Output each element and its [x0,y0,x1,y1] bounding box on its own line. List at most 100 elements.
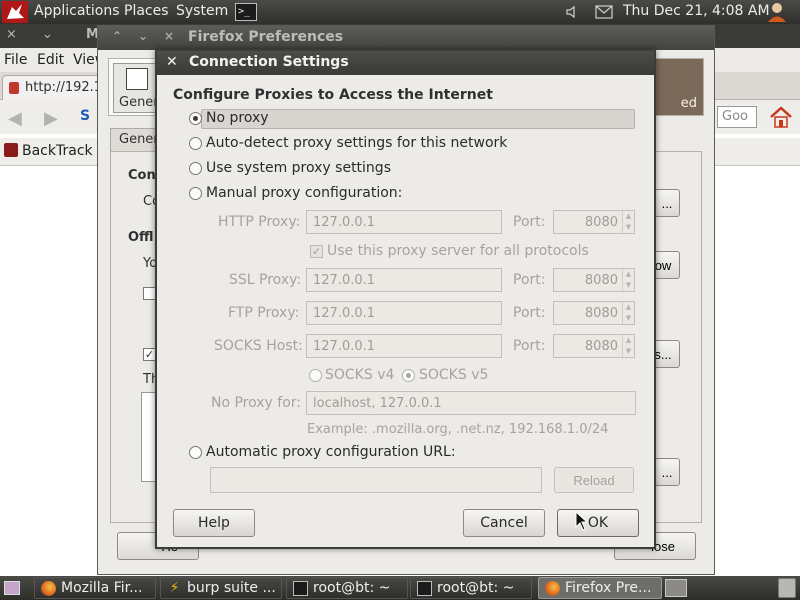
applications-menu[interactable]: Applications [34,3,120,19]
top-panel: Applications Places System >_ Thu Dec 21… [0,0,800,24]
task-label: root@bt: ~ [437,580,515,596]
dialog-title: Connection Settings [189,54,349,70]
task-terminal-2[interactable]: root@bt: ~ [410,577,532,599]
terminal-icon [417,581,432,596]
manual-proxy-radio[interactable] [189,187,202,200]
minimize-icon[interactable]: ⌄ [42,27,53,42]
forward-arrow-icon[interactable]: ▶ [44,108,58,129]
ftp-port-stepper[interactable]: 8080 ▲ ▼ [553,301,635,325]
ssl-proxy-input[interactable]: 127.0.0.1 [306,268,502,292]
system-menu[interactable]: System [176,3,228,19]
search-input[interactable]: Goo [717,106,757,128]
firefox-icon [41,581,56,596]
back-arrow-icon[interactable]: ◀ [8,108,22,129]
http-port-stepper[interactable]: 8080 ▲ ▼ [553,210,635,234]
menu-file[interactable]: File [4,52,27,68]
http-port-spin-icon[interactable]: ▲ ▼ [622,211,634,233]
places-menu[interactable]: Places [124,3,169,19]
pane-advanced-label: ed [680,96,697,111]
http-proxy-input[interactable]: 127.0.0.1 [306,210,502,234]
socks-port-spin-icon[interactable]: ▲ ▼ [622,335,634,357]
trash-icon[interactable] [778,578,796,598]
connection-settings-dialog: ✕ Connection Settings Configure Proxies … [155,49,656,549]
reload-button[interactable]: Reload [554,467,634,493]
user-icon[interactable] [766,1,788,23]
auto-url-label[interactable]: Automatic proxy configuration URL: [206,444,456,460]
socks-host-label: SOCKS Host: [214,338,303,354]
ftp-port-spin-icon[interactable]: ▲ ▼ [622,302,634,324]
workspace-switcher[interactable] [665,579,687,597]
manual-proxy-label[interactable]: Manual proxy configuration: [206,185,402,201]
dialog-close-icon[interactable]: ✕ [166,54,178,70]
bookmark-backtrack[interactable]: BackTrack L [4,143,105,159]
system-proxy-radio[interactable] [189,162,202,175]
ssl-proxy-label: SSL Proxy: [229,272,302,288]
prefs-maximize-icon[interactable]: ⌄ [138,29,148,43]
task-label: Firefox Pre... [565,580,652,596]
cancel-button[interactable]: Cancel [463,509,545,537]
connection-heading: Con [128,168,156,183]
home-icon[interactable] [768,104,794,130]
auto-detect-radio[interactable] [189,137,202,150]
dialog-titlebar: ✕ Connection Settings [157,51,654,75]
task-burp-suite[interactable]: ⚡ burp suite ... [160,577,282,599]
ftp-proxy-input[interactable]: 127.0.0.1 [306,301,502,325]
pane-general[interactable]: General [113,63,170,113]
preferences-title: Firefox Preferences [188,29,344,45]
task-terminal-1[interactable]: root@bt: ~ [286,577,408,599]
menu-edit[interactable]: Edit [37,52,64,68]
socks-v4-label[interactable]: SOCKS v4 [325,367,394,383]
ftp-port-value: 8080 [584,306,618,321]
remove-button[interactable]: ... [654,458,680,486]
socks-host-input[interactable]: 127.0.0.1 [306,334,502,358]
socks-port-stepper[interactable]: 8080 ▲ ▼ [553,334,635,358]
http-proxy-label: HTTP Proxy: [218,214,301,230]
prefs-close-icon[interactable]: × [164,29,174,43]
auto-url-radio[interactable] [189,446,202,459]
task-firefox-preferences[interactable]: Firefox Pre... [538,577,662,599]
backtrack-favicon-icon [4,143,18,157]
system-proxy-label[interactable]: Use system proxy settings [206,160,391,176]
ok-button[interactable]: OK [557,509,639,537]
terminal-icon [293,581,308,596]
no-proxy-label[interactable]: No proxy [206,110,269,126]
auto-url-input[interactable] [210,467,542,493]
backtrack-dragon-icon[interactable] [2,1,28,23]
use-for-all-checkbox[interactable]: ✓ [310,245,323,258]
tab-label: http://192.1 [25,80,103,95]
terminal-launcher-icon[interactable]: >_ [235,3,257,21]
socks-v4-radio[interactable] [309,369,322,382]
prefs-minimize-icon[interactable]: ⌃ [112,29,122,43]
auto-detect-label[interactable]: Auto-detect proxy settings for this netw… [206,135,507,151]
connection-settings-button[interactable]: ... [654,189,680,217]
no-proxy-radio[interactable] [189,112,202,125]
task-mozilla-firefox[interactable]: Mozilla Fir... [34,577,156,599]
help-button[interactable]: Help [173,509,255,537]
use-for-all-label[interactable]: Use this proxy server for all protocols [327,243,589,259]
socks-v5-radio[interactable] [402,369,415,382]
ssl-port-spin-icon[interactable]: ▲ ▼ [622,269,634,291]
site-identity-icon[interactable]: S [80,108,90,124]
mail-icon[interactable] [595,5,613,19]
ssl-port-value: 8080 [584,273,618,288]
configure-proxies-heading: Configure Proxies to Access the Internet [173,87,493,103]
bottom-taskbar: Mozilla Fir... ⚡ burp suite ... root@bt:… [0,576,800,600]
bookmark-label: BackTrack L [22,143,105,159]
burp-lightning-icon: ⚡ [169,580,180,596]
preferences-titlebar: ⌃ ⌄ × Firefox Preferences [98,26,714,50]
offline-heading: Offl [128,230,154,245]
clock[interactable]: Thu Dec 21, 4:08 AM [623,3,770,19]
socks-port-value: 8080 [584,339,618,354]
browser-tab[interactable]: http://192.1 [2,75,112,100]
mouse-pointer-icon [575,511,589,531]
ftp-port-label: Port: [513,305,546,321]
socks-v5-label[interactable]: SOCKS v5 [419,367,488,383]
no-proxy-for-input[interactable]: localhost, 127.0.0.1 [306,391,636,415]
speaker-icon[interactable] [565,5,579,19]
task-label: burp suite ... [187,580,276,596]
show-desktop-icon[interactable] [4,581,20,595]
task-label: root@bt: ~ [313,580,391,596]
general-switches-icon [126,68,148,90]
ssl-port-stepper[interactable]: 8080 ▲ ▼ [553,268,635,292]
window-menu-icon[interactable]: × [6,27,17,42]
